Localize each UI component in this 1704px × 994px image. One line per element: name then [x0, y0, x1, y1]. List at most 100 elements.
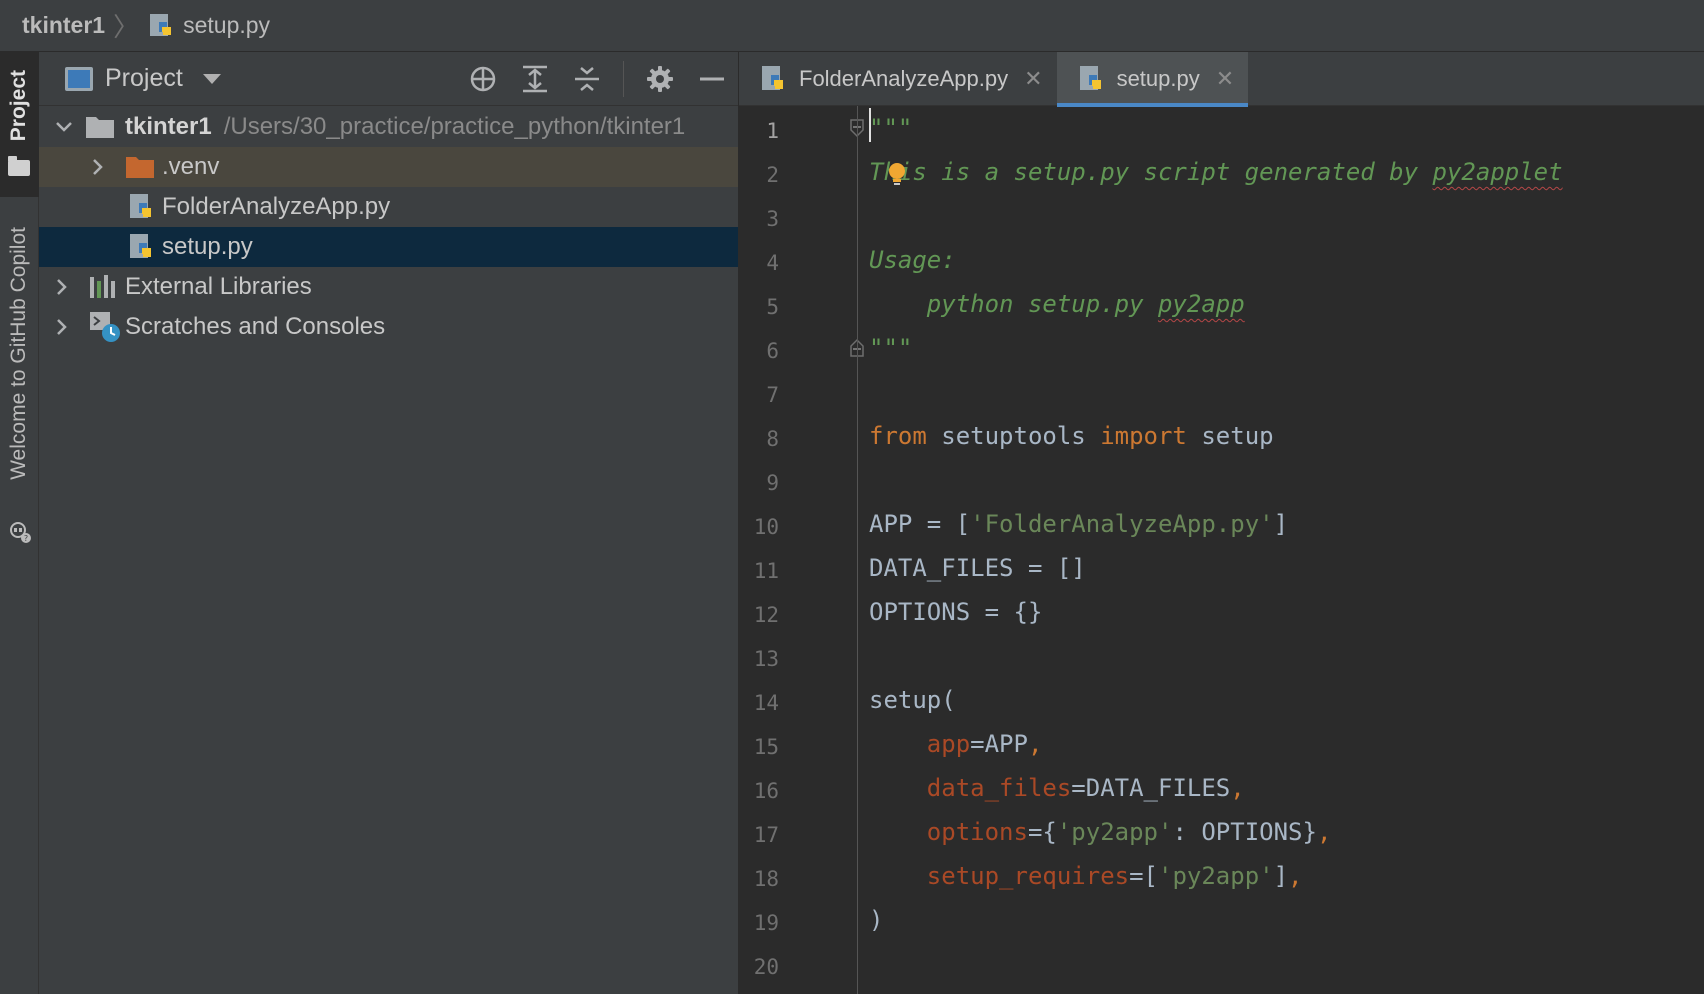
line-number: 15 [753, 735, 779, 759]
chevron-right-icon[interactable] [51, 276, 73, 298]
line-number: 3 [766, 207, 779, 231]
tree-item-folderanalyzeapp[interactable]: FolderAnalyzeApp.py [39, 187, 738, 227]
minimize-icon [700, 77, 724, 81]
breadcrumb-project[interactable]: tkinter1 [22, 12, 105, 39]
keyword-argument: data_files [926, 774, 1072, 802]
tree-item-setup[interactable]: setup.py [39, 227, 738, 267]
tree-item-scratches[interactable]: Scratches and Consoles [39, 307, 738, 347]
project-panel-title[interactable]: Project [105, 64, 183, 93]
project-tool-label: Project [7, 70, 30, 142]
operator: =[ [1129, 862, 1158, 890]
identifier: setup [1186, 422, 1274, 450]
code-line-14: setup( [869, 686, 956, 714]
identifier: =DATA_FILES [1071, 774, 1231, 802]
python-file-icon [1079, 65, 1105, 93]
tree-item-external-libraries[interactable]: External Libraries [39, 267, 738, 307]
line-number: 18 [753, 867, 779, 891]
tab-folderanalyzeapp[interactable]: FolderAnalyzeApp.py ✕ [739, 52, 1057, 106]
line-number: 6 [766, 339, 779, 363]
text-caret [869, 108, 871, 142]
line-number: 4 [766, 251, 779, 275]
python-file-icon [129, 193, 155, 221]
line-number: 11 [753, 559, 779, 583]
code-line-4: Usage: [869, 246, 956, 274]
chevron-right-icon[interactable] [87, 156, 109, 178]
python-file-icon [761, 65, 787, 93]
expand-all-button[interactable] [519, 63, 551, 95]
tree-item-label: .venv [162, 153, 220, 180]
code-area[interactable]: """ This is a setup.py script generated … [869, 106, 1704, 994]
code-line-11: DATA_FILES = [] [869, 554, 1086, 582]
typo-word: py2applet [1432, 158, 1563, 186]
operator: ={ [1027, 818, 1057, 846]
breadcrumb: tkinter1 〉 setup.py [0, 0, 1704, 52]
tree-item-label: setup.py [162, 233, 253, 260]
excluded-folder-icon [125, 154, 155, 180]
code-line-16: data_files=DATA_FILES, [869, 766, 1245, 810]
line-number: 7 [766, 383, 779, 407]
string-literal: 'py2app' [1056, 818, 1173, 846]
line-number: 5 [766, 295, 779, 319]
breadcrumb-file[interactable]: setup.py [149, 12, 270, 39]
chevron-right-icon[interactable] [51, 316, 73, 338]
locate-file-button[interactable] [467, 63, 499, 95]
crosshair-icon [470, 66, 496, 92]
copilot-icon[interactable]: ? [8, 520, 32, 544]
identifier: APP = [ [869, 510, 971, 538]
string-literal: 'FolderAnalyzeApp.py' [970, 510, 1274, 538]
keyword: import [1100, 422, 1187, 450]
code-line-10: APP = ['FolderAnalyzeApp.py'] [869, 502, 1288, 546]
tree-item-label: Scratches and Consoles [125, 313, 386, 340]
settings-button[interactable] [644, 63, 676, 95]
line-number: 2 [766, 163, 779, 187]
project-view-icon [65, 66, 93, 91]
code-line-8: from setuptools import setup [869, 414, 1274, 458]
line-number: 19 [753, 911, 779, 935]
scratches-icon [89, 311, 121, 343]
hide-panel-button[interactable] [696, 63, 728, 95]
chevron-down-icon[interactable] [53, 116, 75, 138]
docstring-text: This is a setup.py script generated by [869, 158, 1433, 186]
tree-item-root[interactable]: tkinter1/Users/30_practice/practice_pyth… [39, 107, 738, 147]
chevron-down-icon[interactable] [202, 73, 221, 84]
identifier: =APP [970, 730, 1028, 758]
code-line-17: options={'py2app': OPTIONS}, [869, 810, 1332, 854]
line-number-gutter[interactable]: 1 2 3 4 5 6 7 8 9 10 11 12 13 14 15 16 1… [739, 106, 864, 994]
python-file-icon [150, 13, 172, 36]
bracket: ] [1273, 510, 1289, 538]
comma: , [1316, 818, 1332, 846]
project-panel-toolbar [467, 58, 728, 100]
project-tool-window-button[interactable]: Project [0, 52, 39, 197]
code-line-6: """ [869, 334, 913, 362]
tree-root-name: tkinter1 [125, 113, 212, 140]
comma: , [1027, 730, 1043, 758]
editor-tab-bar: FolderAnalyzeApp.py ✕ setup.py ✕ [739, 52, 1704, 107]
collapse-all-button[interactable] [571, 63, 603, 95]
line-number: 17 [753, 823, 779, 847]
breadcrumb-file-label: setup.py [183, 12, 271, 38]
code-line-19: ) [869, 906, 884, 934]
gear-icon [647, 66, 673, 92]
svg-text:?: ? [24, 534, 28, 543]
tree-root-path: /Users/30_practice/practice_python/tkint… [223, 113, 686, 140]
library-icon [89, 274, 119, 300]
breadcrumb-separator: 〉 [113, 12, 140, 42]
keyword-argument: app [926, 730, 971, 758]
close-icon[interactable]: ✕ [1216, 66, 1234, 92]
tab-setup[interactable]: setup.py ✕ [1056, 52, 1249, 107]
lightbulb-icon[interactable] [887, 162, 907, 188]
docstring-text: python setup.py [869, 290, 1158, 318]
tree-item-venv[interactable]: .venv [39, 147, 738, 187]
copilot-tool-window-button[interactable]: Welcome to GitHub Copilot [7, 227, 31, 480]
comma: , [1230, 774, 1245, 802]
string-literal: 'py2app' [1158, 862, 1274, 890]
tab-label: setup.py [1116, 66, 1200, 91]
close-icon[interactable]: ✕ [1024, 66, 1042, 92]
comma: , [1288, 862, 1303, 890]
line-number: 20 [753, 955, 779, 979]
tree-item-label: External Libraries [125, 273, 312, 300]
line-number: 9 [766, 471, 779, 495]
identifier: : OPTIONS} [1172, 818, 1317, 846]
folder-icon [8, 156, 30, 176]
tab-label: FolderAnalyzeApp.py [799, 66, 1009, 91]
